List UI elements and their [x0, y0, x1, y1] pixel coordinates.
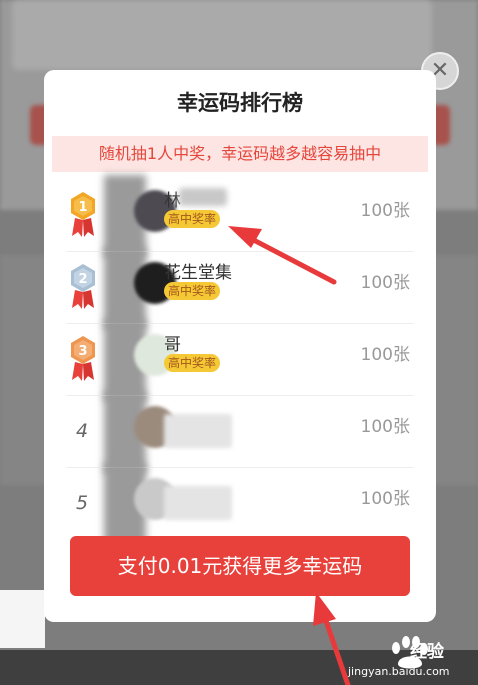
lucky-code-count: 100张	[360, 201, 410, 221]
name-mask	[164, 486, 232, 520]
background-white-block	[0, 590, 45, 648]
user-name: 哥	[164, 335, 181, 355]
high-win-rate-badge: 高中奖率	[164, 354, 221, 372]
lottery-notice: 随机抽1人中奖，幸运码越多越容易抽中	[52, 136, 428, 172]
ranking-modal: 幸运码排行榜 随机抽1人中奖，幸运码越多越容易抽中 1 林 高中奖率 100张	[44, 70, 436, 622]
high-win-rate-badge: 高中奖率	[164, 282, 221, 300]
user-name: 花生堂集	[164, 263, 232, 283]
name-mask	[164, 414, 232, 448]
gold-medal-icon: 1	[71, 192, 95, 237]
rank-number: 3	[78, 344, 87, 359]
bronze-medal-icon: 3	[71, 336, 95, 381]
pay-button[interactable]: 支付0.01元获得更多幸运码	[70, 536, 410, 596]
ranking-row[interactable]: 1 林 高中奖率 100张	[44, 175, 436, 257]
rank-number: 4	[76, 420, 89, 442]
ranking-row[interactable]: 5 100张	[44, 463, 436, 545]
watermark-url: jingyan.baidu.com	[348, 665, 450, 678]
ranking-row[interactable]: 2 花生堂集 高中奖率 100张	[44, 247, 436, 329]
modal-title: 幸运码排行榜	[177, 91, 303, 115]
lucky-code-count: 100张	[360, 273, 410, 293]
name-mask	[179, 188, 227, 206]
lucky-code-count: 100张	[360, 345, 410, 365]
rank-number: 1	[78, 200, 87, 215]
rank-number: 5	[76, 492, 89, 514]
silver-medal-icon: 2	[71, 264, 95, 309]
lucky-code-count: 100张	[360, 417, 410, 437]
watermark-brand: 经验	[410, 642, 444, 662]
ranking-row[interactable]: 3 哥 高中奖率 100张	[44, 319, 436, 401]
high-win-rate-badge: 高中奖率	[164, 210, 221, 228]
ranking-row[interactable]: 4 100张	[44, 391, 436, 473]
background-header	[12, 0, 432, 70]
rank-number: 2	[78, 272, 87, 287]
lucky-code-count: 100张	[360, 489, 410, 509]
